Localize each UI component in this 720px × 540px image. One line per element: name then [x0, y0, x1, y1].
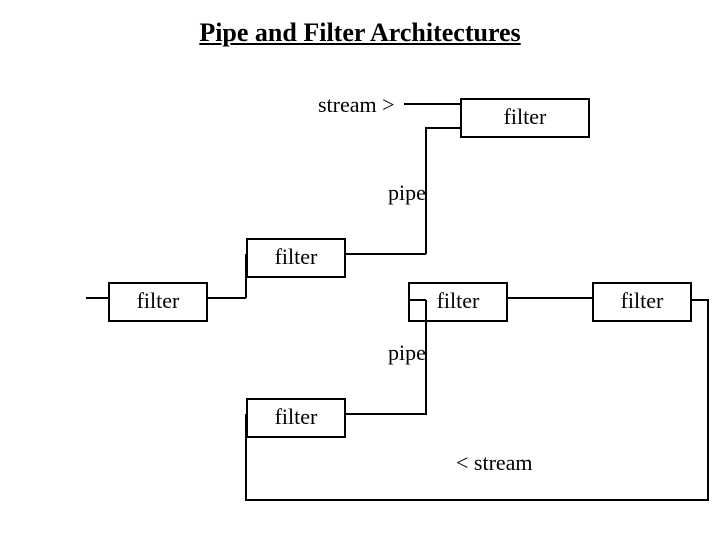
filter-box-mid-upper: filter: [246, 238, 346, 278]
filter-box-mid-center: filter: [408, 282, 508, 322]
connectors: [0, 0, 720, 540]
stream-in-label: stream >: [318, 92, 395, 118]
stream-out-label: < stream: [456, 450, 533, 476]
filter-box-top: filter: [460, 98, 590, 138]
pipe-label-1: pipe: [388, 180, 426, 206]
filter-box-low: filter: [246, 398, 346, 438]
diagram-title: Pipe and Filter Architectures: [0, 18, 720, 48]
pipe-label-2: pipe: [388, 340, 426, 366]
filter-box-left: filter: [108, 282, 208, 322]
filter-box-right: filter: [592, 282, 692, 322]
